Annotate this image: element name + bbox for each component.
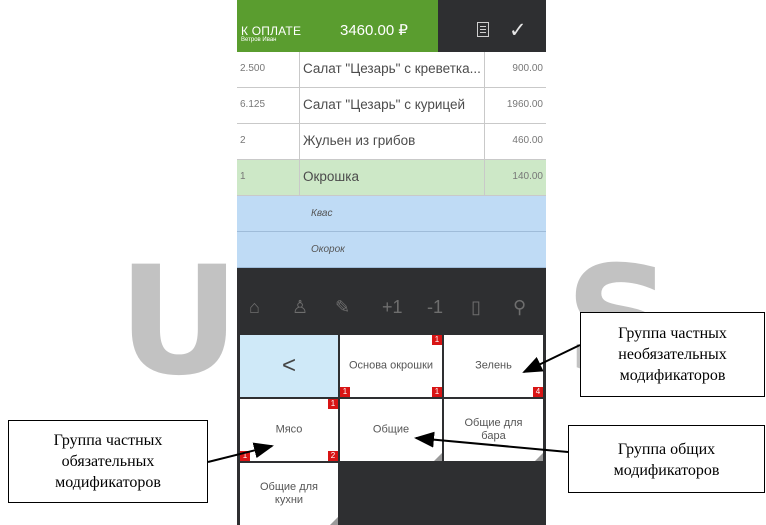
callout-common-modifiers: Группа общих модификаторов xyxy=(568,425,765,493)
arrow-optional xyxy=(522,344,581,373)
callout-required-modifiers: Группа частных обязательных модификаторо… xyxy=(8,420,208,503)
callout-optional-modifiers: Группа частных необязательных модификато… xyxy=(580,312,765,397)
arrow-required xyxy=(207,442,274,463)
arrow-common xyxy=(414,431,569,453)
